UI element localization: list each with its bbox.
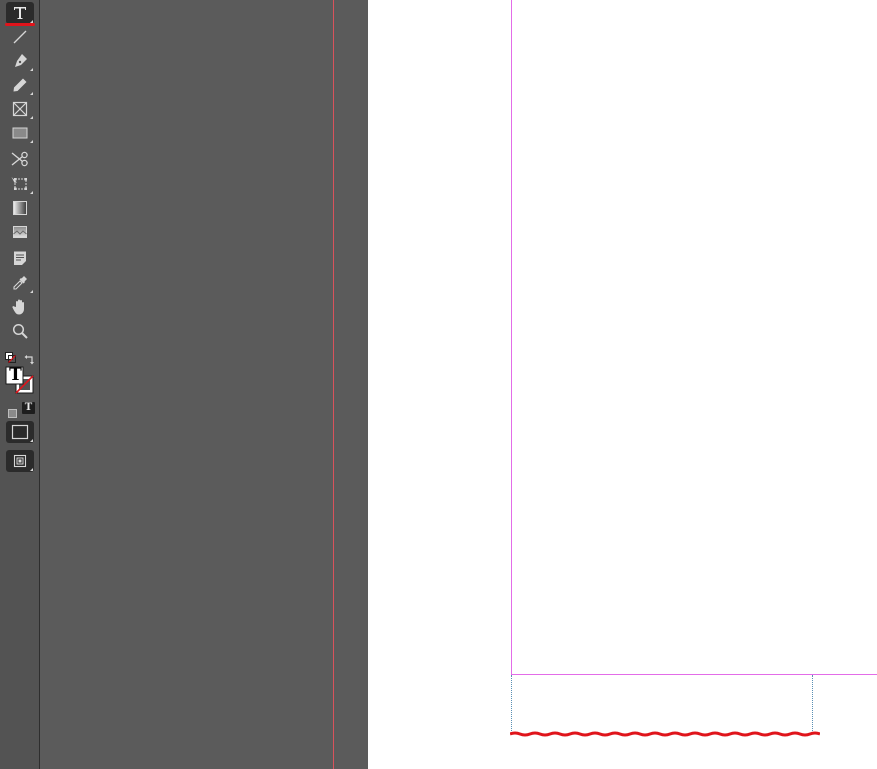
gradient-feather-icon xyxy=(13,226,27,238)
flyout-indicator xyxy=(30,290,33,293)
pen-icon xyxy=(15,54,27,67)
flyout-indicator xyxy=(30,116,33,119)
fill-swatch-glyph: T xyxy=(9,365,22,385)
hand-icon xyxy=(12,299,24,315)
bleed-guide xyxy=(333,0,334,769)
formatting-affects-container-button[interactable] xyxy=(8,403,17,418)
gradient-feather-tool[interactable] xyxy=(6,221,34,243)
rectangle-icon xyxy=(12,127,28,139)
rectangle-frame-icon xyxy=(12,101,28,117)
type-icon xyxy=(14,7,26,19)
note-tool[interactable] xyxy=(6,247,34,269)
flyout-indicator xyxy=(30,140,33,143)
margin-guide-left xyxy=(511,0,512,675)
tools-panel: T T xyxy=(0,0,40,769)
screen-mode-button[interactable] xyxy=(6,450,34,472)
pencil-icon xyxy=(13,78,27,92)
screen-mode-icon xyxy=(13,454,27,468)
pencil-tool[interactable] xyxy=(6,74,34,96)
flyout-indicator xyxy=(30,92,33,95)
fill-stroke-swatches[interactable]: T xyxy=(5,365,35,394)
text-frame-outline[interactable] xyxy=(511,675,813,733)
free-transform-icon xyxy=(11,177,27,190)
flyout-indicator xyxy=(30,68,33,71)
formatting-affects-container-icon xyxy=(8,409,17,418)
gradient-swatch-icon xyxy=(13,201,27,215)
indesign-workspace: T T xyxy=(0,0,877,769)
free-transform-tool[interactable] xyxy=(6,173,34,195)
swap-fill-stroke-icon xyxy=(24,355,34,365)
scissors-tool[interactable] xyxy=(6,148,34,170)
rectangle-frame-tool[interactable] xyxy=(6,98,34,120)
default-fill-stroke-button[interactable] xyxy=(5,348,16,363)
normal-view-mode-icon xyxy=(11,424,29,440)
document-page[interactable] xyxy=(368,0,877,769)
swap-fill-stroke-button[interactable] xyxy=(24,350,36,365)
hand-tool[interactable] xyxy=(6,296,34,318)
flyout-indicator xyxy=(30,468,33,471)
pasteboard[interactable] xyxy=(41,0,368,769)
type-tool[interactable] xyxy=(6,2,34,24)
zoom-icon xyxy=(12,323,28,339)
pen-tool[interactable] xyxy=(6,50,34,72)
eyedropper-icon xyxy=(13,276,27,290)
formatting-text-glyph: T xyxy=(24,402,33,413)
zoom-tool[interactable] xyxy=(6,320,34,342)
flyout-indicator xyxy=(30,439,33,442)
eyedropper-tool[interactable] xyxy=(6,272,34,294)
normal-view-mode-button[interactable] xyxy=(6,421,34,443)
default-fill-stroke-icon xyxy=(5,352,16,363)
formatting-affects-text-button[interactable]: T xyxy=(22,402,35,414)
scissors-icon xyxy=(11,151,28,167)
line-tool[interactable] xyxy=(6,26,34,48)
flyout-indicator xyxy=(30,191,33,194)
note-icon xyxy=(14,251,26,265)
line-icon xyxy=(13,30,27,44)
gradient-swatch-tool[interactable] xyxy=(6,197,34,219)
spell-check-squiggle xyxy=(510,731,820,737)
rectangle-tool[interactable] xyxy=(6,122,34,144)
